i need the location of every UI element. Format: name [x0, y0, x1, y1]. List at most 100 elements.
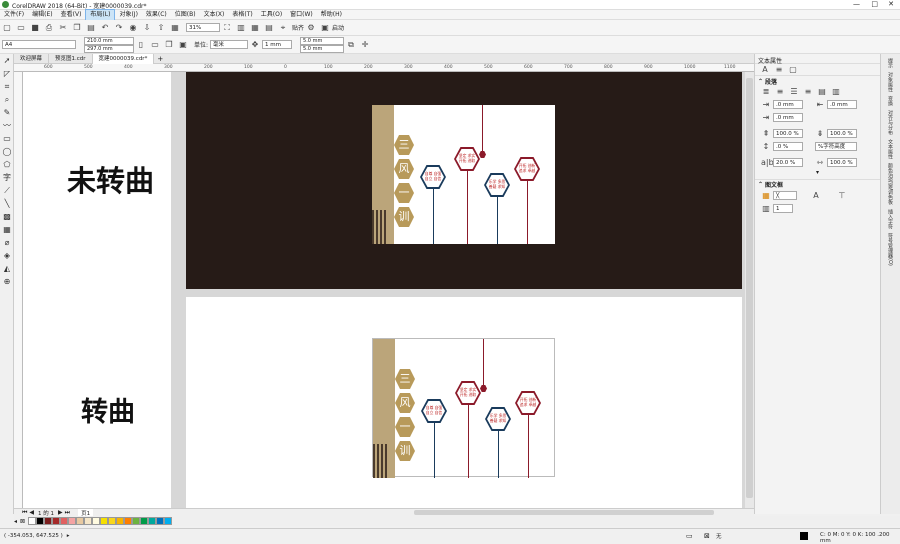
design-artwork-unconverted[interactable]: 三风一训自尊 自强 自立 自信 坚定 求实 开拓 进取 乐学 多思 善疑 求知 开拓 …: [372, 105, 555, 244]
first-indent-field[interactable]: .0 mm: [773, 100, 803, 109]
smart-fill-icon[interactable]: ◭: [0, 262, 14, 275]
frame-fill-select[interactable]: ╳: [773, 191, 797, 200]
pick-tool-icon[interactable]: ➚: [0, 54, 14, 67]
spacing-unit-select[interactable]: %字符高度: [815, 142, 857, 151]
zoom-level-field[interactable]: 31%: [186, 23, 220, 32]
launch-icon[interactable]: ▣: [320, 23, 330, 33]
paste-icon[interactable]: ▤: [86, 23, 96, 33]
space-before-field[interactable]: 100.0 %: [773, 129, 803, 138]
palette-swatch[interactable]: [76, 517, 85, 525]
palette-swatch[interactable]: [132, 517, 141, 525]
space-after-field[interactable]: 100.0 %: [827, 129, 857, 138]
tab-welcome[interactable]: 欢迎屏幕: [14, 53, 50, 64]
menu-item-2[interactable]: 查看(V): [57, 10, 86, 20]
expand-chevron-icon[interactable]: ▾: [755, 169, 880, 179]
menu-item-7[interactable]: 文本(X): [200, 10, 229, 20]
export-icon[interactable]: ⇧: [156, 23, 166, 33]
menu-item-3[interactable]: 布局(L): [85, 8, 116, 21]
palette-swatch[interactable]: [92, 517, 101, 525]
options-gear-icon[interactable]: ⚙: [306, 23, 316, 33]
prev-page-icon[interactable]: ◀: [29, 509, 34, 516]
new-icon[interactable]: ▢: [2, 23, 12, 33]
dark-background-rect[interactable]: 三风一训自尊 自强 自立 自信 坚定 求实 开拓 进取 乐学 多思 善疑 求知 开拓 …: [186, 72, 742, 289]
close-icon[interactable]: ✕: [888, 0, 894, 8]
drop-shadow-icon[interactable]: ▩: [0, 210, 14, 223]
vertical-align-icon[interactable]: ⊤: [837, 191, 847, 201]
eyedropper-icon[interactable]: ⌀: [0, 236, 14, 249]
redo-icon[interactable]: ↷: [114, 23, 124, 33]
all-pages-icon[interactable]: ❐: [164, 40, 174, 50]
palette-arrow-icon[interactable]: ◂: [14, 518, 17, 525]
next-page-icon[interactable]: ▶: [58, 509, 63, 516]
menu-item-10[interactable]: 窗口(W): [286, 10, 317, 20]
duplicate-x-field[interactable]: 5.0 mm: [300, 36, 345, 45]
align-left-icon[interactable]: ≡: [775, 87, 785, 97]
launch-dropdown[interactable]: 启动: [332, 23, 344, 32]
duplicate-y-field[interactable]: 5.0 mm: [300, 44, 345, 53]
word-spacing-field[interactable]: 100.0 %: [827, 158, 857, 167]
line-spacing-field[interactable]: .0 %: [773, 142, 803, 151]
align-none-icon[interactable]: ≣: [761, 87, 771, 97]
justify-full-icon[interactable]: ▤: [817, 87, 827, 97]
landscape-icon[interactable]: ▭: [150, 40, 160, 50]
rulers-icon[interactable]: ▥: [236, 23, 246, 33]
page-height-field[interactable]: 297.0 mm: [84, 44, 134, 53]
palette-swatch[interactable]: [164, 517, 173, 525]
freehand-tool-icon[interactable]: ✎: [0, 106, 14, 119]
columns-field[interactable]: 1: [773, 204, 793, 213]
palette-swatch[interactable]: [44, 517, 53, 525]
side-tab-1[interactable]: 对象属性: [887, 72, 894, 92]
treat-as-filled-icon[interactable]: ⧉: [346, 40, 356, 50]
align-right-icon[interactable]: ≡: [803, 87, 813, 97]
justify-force-icon[interactable]: ▥: [831, 87, 841, 97]
publish-pdf-icon[interactable]: ▦: [170, 23, 180, 33]
shape-tool-icon[interactable]: ◸: [0, 67, 14, 80]
paragraph-icon[interactable]: ≡: [774, 65, 784, 75]
cut-icon[interactable]: ✂: [58, 23, 68, 33]
text-direction-icon[interactable]: A: [811, 191, 821, 201]
menu-item-11[interactable]: 帮助(H): [317, 10, 346, 20]
copy-icon[interactable]: ❐: [72, 23, 82, 33]
menu-item-1[interactable]: 编辑(E): [28, 10, 56, 20]
palette-swatch[interactable]: [108, 517, 117, 525]
palette-swatch[interactable]: [100, 517, 109, 525]
guidelines-icon[interactable]: ▤: [264, 23, 274, 33]
units-select[interactable]: 毫米: [210, 40, 249, 49]
menu-item-4[interactable]: 对象(J): [115, 10, 141, 20]
tab-preview[interactable]: 预览图1.cdr: [49, 53, 93, 64]
menu-item-6[interactable]: 位图(B): [171, 10, 200, 20]
side-tab-0[interactable]: 提示: [887, 58, 894, 68]
connector-tool-icon[interactable]: ╲: [0, 197, 14, 210]
minimize-icon[interactable]: —: [853, 0, 860, 8]
drawing-canvas[interactable]: 未转曲 转曲 三风一训自尊 自强 自立 自信 坚定 求实 开拓 进取 乐学 多思 善…: [23, 72, 754, 508]
ellipse-tool-icon[interactable]: ◯: [0, 145, 14, 158]
nudge-field[interactable]: 1 mm: [262, 40, 293, 49]
palette-swatch[interactable]: [140, 517, 149, 525]
left-indent-field[interactable]: .0 mm: [773, 113, 803, 122]
parallel-dimension-icon[interactable]: ⟋: [0, 184, 14, 197]
add-tab-icon[interactable]: +: [157, 55, 163, 63]
chevron-up-icon-2[interactable]: ⌃: [758, 181, 763, 188]
page-width-field[interactable]: 210.0 mm: [84, 36, 134, 45]
side-tab-6[interactable]: 插入字符: [887, 209, 894, 229]
right-indent-field[interactable]: .0 mm: [827, 100, 857, 109]
menu-item-5[interactable]: 效果(C): [142, 10, 171, 20]
side-tab-7[interactable]: 符号管理器(O): [887, 233, 894, 266]
palette-swatch[interactable]: [36, 517, 45, 525]
character-icon[interactable]: A: [760, 65, 770, 75]
add-preset-icon[interactable]: ✛: [360, 40, 370, 50]
rectangle-tool-icon[interactable]: ▭: [0, 132, 14, 145]
side-tab-5[interactable]: 颜色泊坞窗/调色板: [887, 163, 894, 205]
tab-current-document[interactable]: 宽建0000039.cdr*: [92, 53, 155, 64]
zoom-tool-icon[interactable]: ⌕: [0, 93, 14, 106]
portrait-icon[interactable]: ▯: [136, 40, 146, 50]
menu-item-9[interactable]: 工具(O): [257, 10, 286, 20]
snap-to-dropdown[interactable]: 贴齐: [292, 23, 304, 32]
align-center-icon[interactable]: ☰: [789, 87, 799, 97]
save-icon[interactable]: ■: [30, 23, 40, 33]
artistic-media-icon[interactable]: 〰: [0, 119, 14, 132]
add-tool-icon[interactable]: ⊕: [0, 275, 14, 288]
side-tab-4[interactable]: 文本属性: [887, 139, 894, 159]
chevron-up-icon[interactable]: ⌃: [758, 78, 763, 85]
open-icon[interactable]: ▭: [16, 23, 26, 33]
